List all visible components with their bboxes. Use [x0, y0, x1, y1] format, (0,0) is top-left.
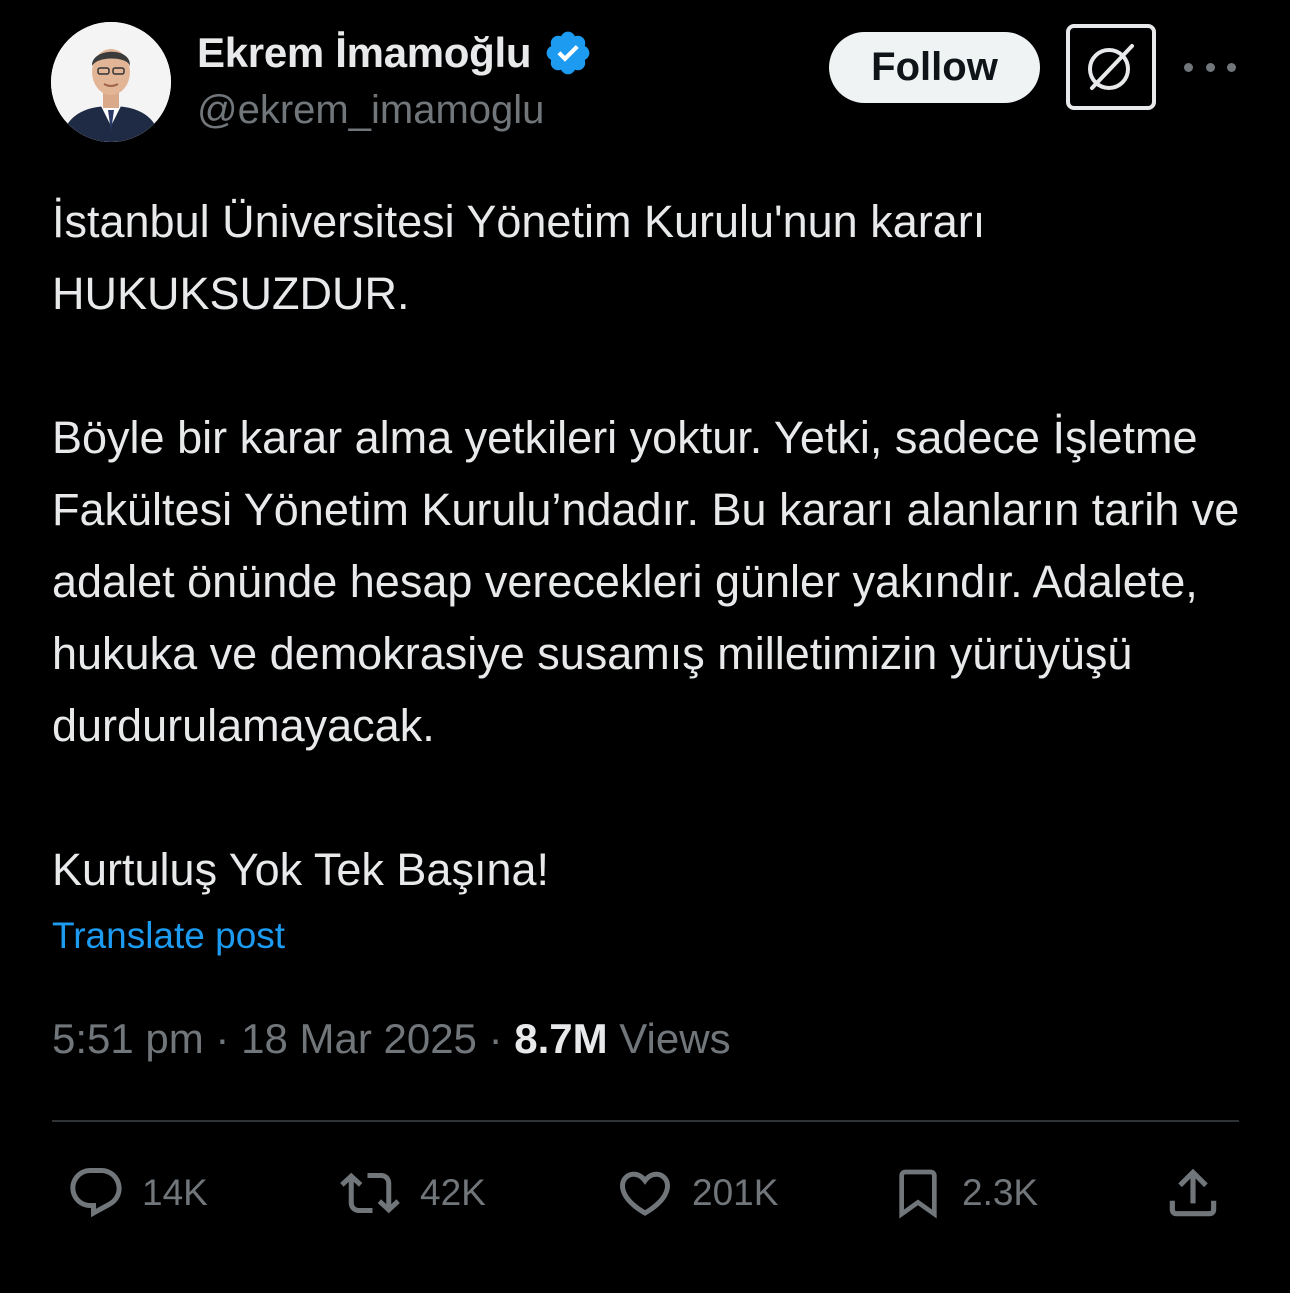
share-button[interactable] [1162, 1162, 1224, 1224]
more-dot-icon [1205, 62, 1215, 72]
avatar[interactable] [51, 22, 171, 142]
tweet-paragraph: İstanbul Üniversitesi Yönetim Kurulu'nun… [52, 196, 986, 319]
grok-icon [1088, 44, 1134, 90]
avatar-photo [51, 22, 171, 142]
tweet-time[interactable]: 5:51 pm [52, 1015, 204, 1062]
like-count: 201K [692, 1172, 779, 1213]
repost-icon [340, 1172, 400, 1214]
tweet-text: İstanbul Üniversitesi Yönetim Kurulu'nun… [52, 186, 1252, 906]
repost-count: 42K [420, 1172, 486, 1213]
views-label: Views [619, 1015, 731, 1062]
verified-badge-icon[interactable] [543, 28, 593, 78]
reply-icon [70, 1168, 122, 1218]
tweet-paragraph: Kurtuluş Yok Tek Başına! [52, 844, 549, 895]
meta-separator: · [203, 1015, 242, 1062]
display-name[interactable]: Ekrem İmamoğlu [197, 29, 532, 77]
bookmark-count: 2.3K [962, 1172, 1039, 1213]
tweet-paragraph: Böyle bir karar alma yetkileri yoktur. Y… [52, 412, 1240, 751]
follow-button[interactable]: Follow [829, 32, 1040, 103]
more-dot-icon [1227, 62, 1236, 72]
author-name-row[interactable]: Ekrem İmamoğlu [197, 28, 593, 78]
author-handle[interactable]: @ekrem_imamoglu [197, 88, 544, 133]
tweet-date[interactable]: 18 Mar 2025 [241, 1015, 477, 1062]
tweet-metadata: 5:51 pm · 18 Mar 2025 · 8.7M Views [52, 1015, 731, 1063]
heart-icon [619, 1171, 671, 1216]
reply-count: 14K [142, 1172, 208, 1213]
reply-button[interactable]: 14K [66, 1162, 208, 1224]
translate-post-link[interactable]: Translate post [52, 915, 285, 957]
views-count: 8.7M [514, 1015, 608, 1062]
divider [52, 1120, 1239, 1122]
meta-separator: · [476, 1015, 515, 1062]
grok-button[interactable] [1066, 24, 1156, 110]
bookmark-button[interactable]: 2.3K [890, 1162, 1038, 1224]
more-options-button[interactable] [1184, 52, 1236, 82]
repost-button[interactable]: 42K [336, 1162, 486, 1224]
share-icon [1169, 1168, 1217, 1217]
like-button[interactable]: 201K [614, 1162, 778, 1224]
bookmark-icon [899, 1169, 937, 1219]
tweet-header: Ekrem İmamoğlu @ekrem_imamoglu Follow [0, 0, 1290, 150]
more-dot-icon [1184, 62, 1193, 72]
